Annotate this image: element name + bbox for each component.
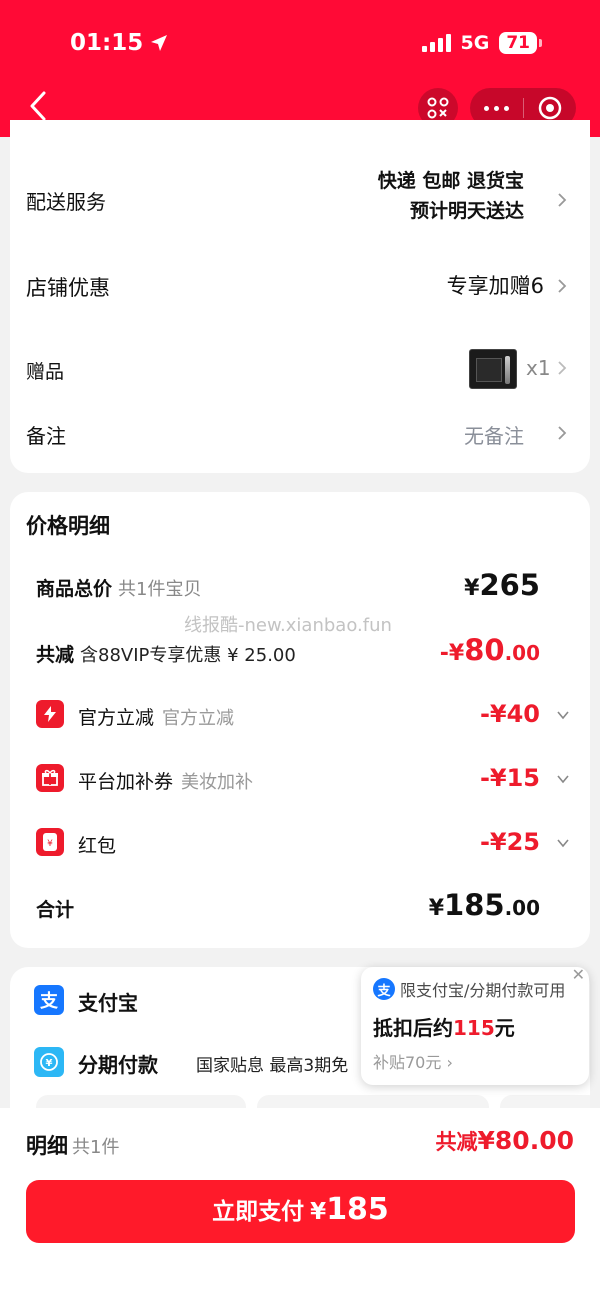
total-discount: 共减¥80.00 [436, 1126, 574, 1156]
alipay-icon: 支 [373, 978, 395, 1000]
red-packet-icon: ¥ [36, 828, 64, 856]
chevron-right-icon [558, 193, 567, 207]
alipay-option[interactable]: 支付宝 [78, 987, 138, 1016]
more-button[interactable] [470, 105, 523, 111]
more-icon [483, 105, 489, 111]
reduction-label-text: 共减 [36, 644, 75, 666]
reduction-amount: -¥80.00 [440, 633, 540, 667]
discount-item-label: 平台加补券 [78, 771, 174, 793]
tooltip-deduction-amount: 115 [453, 1016, 495, 1040]
tooltip-subsidy-text: 补贴70元 [373, 1053, 442, 1072]
location-arrow-icon [151, 35, 168, 51]
total-discount-amount: ¥80.00 [477, 1126, 574, 1155]
discount-item-red-packet[interactable]: 红包 [78, 831, 116, 858]
detail-count: 共1件 [72, 1137, 120, 1158]
subsidy-tooltip: ✕ 支 限支付宝/分期付款可用 抵扣后约115元 补贴70元 › [361, 965, 589, 1085]
order-options-card: 配送服务 快递 包邮 退货宝 预计明天送达 店铺优惠 专享加赠6 赠品 x1 备… [10, 120, 590, 473]
close-mini-program-button[interactable] [524, 95, 577, 121]
total-price-label: 商品总价 共1件宝贝 [36, 574, 201, 601]
tooltip-deduction: 抵扣后约115元 [373, 1012, 515, 1041]
shop-discount-value[interactable]: 专享加赠6 [447, 270, 544, 300]
installment-icon: ¥ [34, 1047, 64, 1077]
battery-level: 71 [499, 32, 537, 54]
total-price-label-text: 商品总价 [36, 578, 113, 600]
tooltip-close-icon[interactable]: ✕ [572, 965, 585, 984]
subtotal-label: 合计 [36, 899, 75, 921]
lightning-icon [36, 700, 64, 728]
reduction-prefix: -¥ [439, 641, 465, 666]
chevron-right-icon [558, 361, 567, 375]
signal-icon [421, 34, 451, 52]
gift-quantity: x1 [526, 356, 551, 380]
installment-note: 国家贴息 最高3期免 [196, 1056, 349, 1076]
top-header: 01:15 5G 71 [0, 0, 600, 137]
discount-item-label: 官方立减 [78, 707, 155, 729]
installment-option[interactable]: 分期付款 [78, 1049, 158, 1078]
discount-item-official[interactable]: 官方立减 官方立减 [78, 703, 234, 730]
discount-item-amount: -¥40 [479, 700, 540, 728]
gift-icon [36, 764, 64, 792]
status-time: 01:15 [70, 30, 169, 56]
shop-discount-label: 店铺优惠 [26, 276, 110, 300]
currency-symbol: ¥ [428, 896, 445, 921]
detail-label: 明细 [26, 1134, 68, 1158]
scan-icon [427, 97, 449, 119]
chevron-left-icon [30, 91, 46, 121]
price-detail-card: 价格明细 商品总价 共1件宝贝 ¥265 线报酷-new.xianbao.fun … [10, 492, 590, 948]
discount-item-platform[interactable]: 平台加补券 美妆加补 [78, 767, 253, 794]
total-price-value: 265 [479, 568, 540, 602]
total-discount-label: 共减 [435, 1130, 478, 1154]
discount-item-amount: -¥25 [479, 828, 540, 856]
target-icon [538, 96, 561, 120]
subtotal-value: 185 [444, 888, 505, 922]
gift-label: 赠品 [26, 361, 65, 383]
delivery-line1: 快递 包邮 退货宝 [377, 170, 524, 192]
currency-symbol: ¥ [464, 576, 480, 601]
pay-button-amount: 185 [326, 1192, 389, 1227]
chevron-right-icon [558, 279, 567, 293]
delivery-label: 配送服务 [26, 190, 106, 214]
chevron-down-icon[interactable] [556, 708, 570, 722]
tooltip-restriction: 支 限支付宝/分期付款可用 [373, 977, 565, 1001]
detail-summary[interactable]: 明细 共1件 [26, 1130, 119, 1160]
pay-button-currency: ¥ [310, 1199, 327, 1225]
status-indicators: 5G 71 [421, 32, 542, 54]
discount-item-sub: 美妆加补 [181, 772, 254, 793]
tooltip-deduction-suffix: 元 [494, 1016, 515, 1040]
reduction-decimal: .00 [504, 641, 540, 665]
status-time-text: 01:15 [70, 30, 144, 56]
discount-item-label: 红包 [78, 835, 117, 857]
remark-label: 备注 [26, 424, 66, 448]
gift-thumbnail[interactable] [469, 349, 517, 389]
battery-icon: 71 [499, 32, 542, 54]
reduction-value: 80 [464, 633, 505, 667]
chevron-down-icon[interactable] [556, 772, 570, 786]
remark-value[interactable]: 无备注 [464, 420, 524, 449]
chevron-right-icon [558, 426, 567, 440]
price-detail-title: 价格明细 [26, 514, 110, 538]
discount-item-amount: -¥15 [479, 764, 540, 792]
tooltip-subsidy[interactable]: 补贴70元 › [373, 1049, 453, 1073]
pay-now-button[interactable]: 立即支付 ¥ 185 [26, 1180, 575, 1243]
chevron-down-icon[interactable] [556, 836, 570, 850]
pay-button-label: 立即支付 [212, 1199, 305, 1225]
svg-text:¥: ¥ [46, 1058, 53, 1069]
subtotal-amount: ¥185.00 [429, 888, 540, 922]
subtotal-decimal: .00 [504, 896, 540, 920]
bottom-bar: 明细 共1件 共减¥80.00 立即支付 ¥ 185 [0, 1108, 600, 1303]
total-price-sub: 共1件宝贝 [118, 579, 202, 600]
delivery-line2: 预计明天送达 [409, 200, 524, 222]
discount-item-sub: 官方立减 [162, 708, 235, 729]
tooltip-restriction-text: 限支付宝/分期付款可用 [400, 981, 566, 1000]
tooltip-deduction-prefix: 抵扣后约 [373, 1016, 453, 1040]
reduction-label: 共减 含88VIP专享优惠 ¥ 25.00 [36, 640, 296, 667]
alipay-icon: 支 [34, 985, 64, 1015]
delivery-value[interactable]: 快递 包邮 退货宝 预计明天送达 [378, 166, 524, 226]
reduction-sub: 含88VIP专享优惠 ¥ 25.00 [80, 645, 296, 666]
network-label: 5G [460, 32, 490, 54]
total-price-amount: ¥265 [464, 568, 540, 602]
back-button[interactable] [22, 88, 54, 124]
watermark: 线报酷-new.xianbao.fun [184, 615, 392, 636]
svg-text:¥: ¥ [47, 839, 53, 849]
